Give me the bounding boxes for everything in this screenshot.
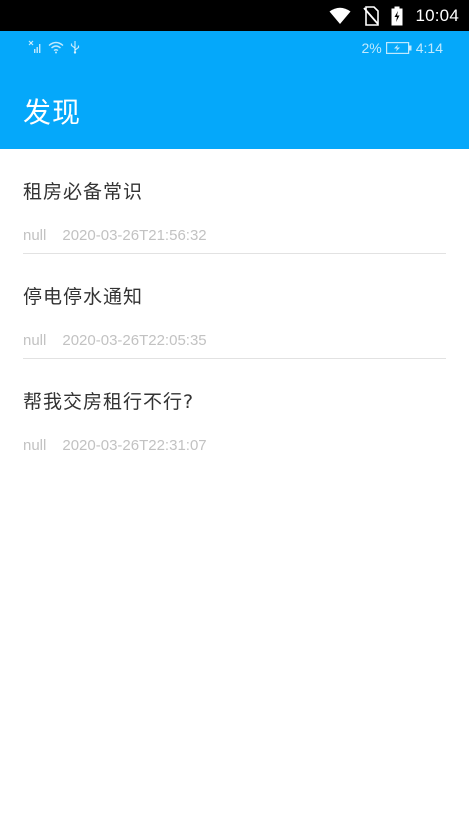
wifi-icon [48,41,64,54]
no-sim-icon [363,5,380,26]
app-bar: 2% 4:14 发现 [0,31,469,149]
article-meta: null 2020-03-26T21:56:32 [23,227,207,244]
article-title: 租房必备常识 [23,181,144,203]
in-app-time: 4:14 [415,40,443,56]
article-author: null [23,437,47,454]
in-app-status-left [28,40,80,54]
article-date: 2020-03-26T21:56:32 [62,227,207,244]
in-app-status-bar: 2% 4:14 [0,31,469,67]
battery-charging-icon [385,42,412,54]
article-title: 停电停水通知 [23,286,144,308]
battery-percent: 2% [361,40,382,56]
list-item[interactable]: 帮我交房租行不行? null 2020-03-26T22:31:07 [0,359,469,464]
signal-off-icon [28,40,42,54]
article-meta: null 2020-03-26T22:05:35 [23,332,207,349]
battery-charging-icon [391,6,403,26]
article-meta: null 2020-03-26T22:31:07 [23,437,207,454]
article-title: 帮我交房租行不行? [23,391,195,413]
system-status-bar: 10:04 [0,0,469,31]
article-author: null [23,332,47,349]
usb-icon [70,40,80,54]
system-status-right: 10:04 [329,0,459,31]
article-list: 租房必备常识 null 2020-03-26T21:56:32 停电停水通知 n… [0,149,469,464]
list-item[interactable]: 停电停水通知 null 2020-03-26T22:05:35 [0,254,469,359]
article-date: 2020-03-26T22:05:35 [62,332,207,349]
article-author: null [23,227,47,244]
in-app-status-right: 2% 4:14 [362,40,443,56]
page-title: 发现 [23,96,82,129]
list-item[interactable]: 租房必备常识 null 2020-03-26T21:56:32 [0,149,469,254]
system-time: 10:04 [415,5,459,25]
article-date: 2020-03-26T22:31:07 [62,437,207,454]
wifi-icon [329,7,351,25]
